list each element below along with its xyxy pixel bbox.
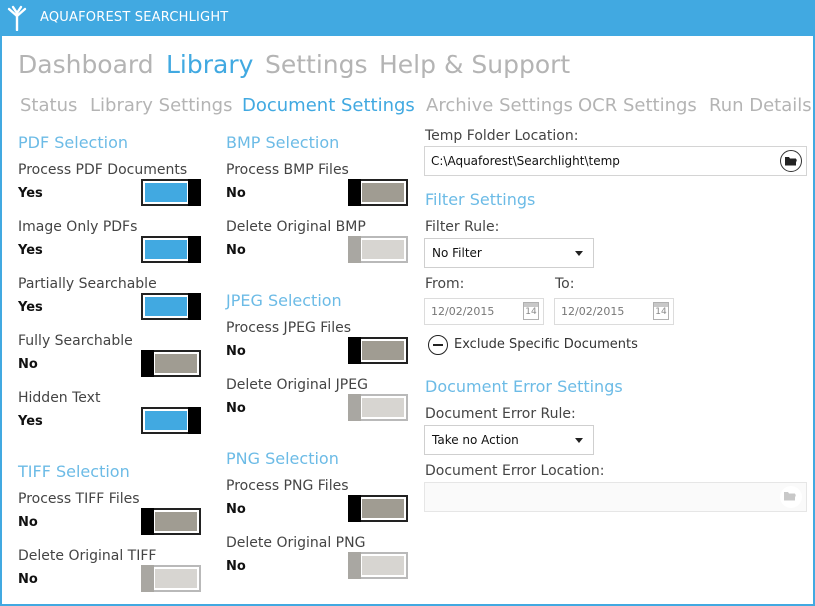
delete-original-tiff-label: Delete Original TIFF [18,548,157,564]
delete-original-tiff-value: No [18,572,38,587]
process-png-label: Process PNG Files [226,478,349,494]
delete-original-png-toggle[interactable] [348,552,408,579]
filter-rule-value: No Filter [432,246,482,260]
tiff-section-title: TIFF Selection [18,462,130,481]
jpeg-section-title: JPEG Selection [226,291,342,310]
from-label: From: [425,276,465,292]
temp-folder-input[interactable]: C:\Aquaforest\Searchlight\temp [424,146,807,176]
process-pdf-value: Yes [18,186,43,201]
nav-library[interactable]: Library [166,50,253,79]
process-jpeg-toggle[interactable] [348,337,408,364]
delete-original-bmp-toggle[interactable] [348,236,408,263]
partially-searchable-label: Partially Searchable [18,276,157,292]
process-bmp-label: Process BMP Files [226,162,349,178]
process-bmp-value: No [226,186,246,201]
pdf-section-title: PDF Selection [18,133,128,152]
chevron-down-icon [575,251,583,256]
to-label: To: [555,276,575,292]
delete-original-bmp-value: No [226,243,246,258]
image-only-pdfs-label: Image Only PDFs [18,219,138,235]
calendar-icon[interactable]: 14 [653,302,669,320]
process-bmp-toggle[interactable] [348,179,408,206]
doc-error-rule-select[interactable]: Take no Action [424,425,594,455]
chevron-down-icon [575,438,583,443]
process-jpeg-label: Process JPEG Files [226,320,351,336]
filter-rule-label: Filter Rule: [425,219,500,235]
from-date-picker[interactable]: 12/02/2015 14 [424,298,544,325]
process-tiff-label: Process TIFF Files [18,491,140,507]
tree-logo-icon [7,5,27,31]
tab-ocr-settings[interactable]: OCR Settings [578,95,697,116]
tab-status[interactable]: Status [20,95,77,116]
to-date-value: 12/02/2015 [561,305,625,318]
filter-rule-select[interactable]: No Filter [424,238,594,268]
minus-circle-icon [428,335,448,355]
hidden-text-label: Hidden Text [18,390,101,406]
temp-folder-label: Temp Folder Location: [425,128,579,144]
nav-help-support[interactable]: Help & Support [379,50,570,79]
fully-searchable-label: Fully Searchable [18,333,133,349]
image-only-pdfs-toggle[interactable] [141,236,201,263]
partially-searchable-value: Yes [18,300,43,315]
process-jpeg-value: No [226,344,246,359]
bmp-section-title: BMP Selection [226,133,340,152]
fully-searchable-value: No [18,357,38,372]
image-only-pdfs-value: Yes [18,243,43,258]
delete-original-png-label: Delete Original PNG [226,535,366,551]
delete-original-jpeg-label: Delete Original JPEG [226,377,368,393]
nav-dashboard[interactable]: Dashboard [18,50,154,79]
hidden-text-toggle[interactable] [141,407,201,434]
doc-error-rule-value: Take no Action [432,433,519,447]
filter-section-title: Filter Settings [425,190,536,209]
nav-settings[interactable]: Settings [265,50,368,79]
process-tiff-value: No [18,515,38,530]
png-section-title: PNG Selection [226,449,339,468]
doc-error-rule-label: Document Error Rule: [425,406,576,422]
doc-error-section-title: Document Error Settings [425,377,623,396]
process-png-value: No [226,502,246,517]
delete-original-tiff-toggle[interactable] [141,565,201,592]
folder-open-icon[interactable] [780,486,802,508]
title-bar: AQUAFOREST SEARCHLIGHT [0,0,815,36]
fully-searchable-toggle[interactable] [141,350,201,377]
delete-original-jpeg-value: No [226,401,246,416]
exclude-specific-documents-label: Exclude Specific Documents [454,337,638,352]
partially-searchable-toggle[interactable] [141,293,201,320]
delete-original-png-value: No [226,559,246,574]
tab-library-settings[interactable]: Library Settings [90,95,233,116]
app-title: AQUAFOREST SEARCHLIGHT [40,10,229,25]
process-tiff-toggle[interactable] [141,508,201,535]
process-pdf-label: Process PDF Documents [18,162,188,178]
tab-archive-settings[interactable]: Archive Settings [426,95,573,116]
folder-open-icon[interactable] [780,150,802,172]
delete-original-jpeg-toggle[interactable] [348,394,408,421]
doc-error-location-label: Document Error Location: [425,463,605,479]
from-date-value: 12/02/2015 [431,305,495,318]
doc-error-location-input[interactable] [424,482,807,512]
tab-document-settings[interactable]: Document Settings [242,95,415,116]
hidden-text-value: Yes [18,414,43,429]
calendar-icon[interactable]: 14 [523,302,539,320]
tab-run-details[interactable]: Run Details [709,95,812,116]
process-pdf-toggle[interactable] [141,179,201,206]
process-png-toggle[interactable] [348,495,408,522]
delete-original-bmp-label: Delete Original BMP [226,219,366,235]
to-date-picker[interactable]: 12/02/2015 14 [554,298,674,325]
